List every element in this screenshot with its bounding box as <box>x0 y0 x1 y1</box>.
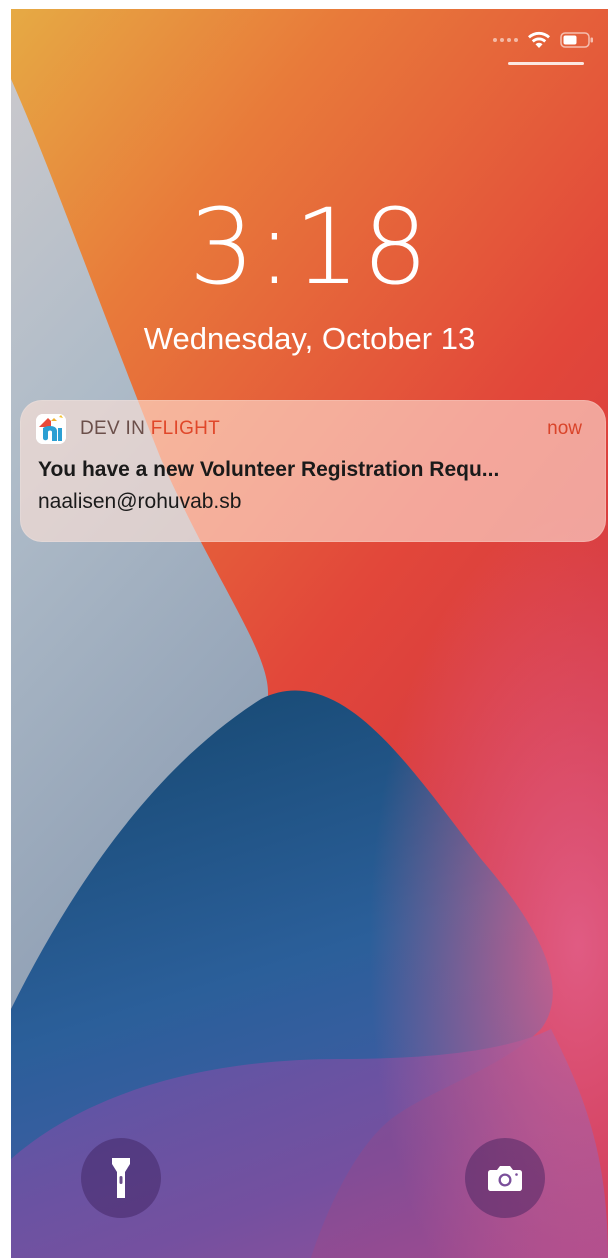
app-name-flight: FLIGHT <box>150 418 221 439</box>
notification-app-name: DEV IN FLIGHT <box>80 418 220 440</box>
flashlight-button[interactable] <box>81 1138 161 1218</box>
notification-card[interactable]: DEV IN FLIGHT now You have a new Volunte… <box>20 400 606 542</box>
lock-date: Wednesday, October 13 <box>143 321 476 356</box>
notification-body: naalisen@rohuvab.sb <box>38 490 242 513</box>
flashlight-icon <box>112 1158 130 1198</box>
notification-title: You have a new Volunteer Registration Re… <box>38 458 500 481</box>
cellular-signal-icon <box>493 38 518 42</box>
camera-button[interactable] <box>465 1138 545 1218</box>
app-name-dev: DEV IN <box>80 418 151 439</box>
control-center-indicator[interactable] <box>508 62 584 65</box>
lock-screen: 3:18 Wednesday, October 13 DEV IN FLIGHT… <box>11 9 608 1258</box>
notification-time: now <box>547 418 582 439</box>
status-bar <box>493 27 594 53</box>
camera-icon <box>488 1166 522 1191</box>
app-logo-icon <box>36 414 66 444</box>
battery-icon <box>560 32 593 48</box>
wifi-icon <box>528 31 550 48</box>
notification-header: DEV IN FLIGHT now <box>36 414 582 444</box>
lock-time: 3:18 <box>188 186 431 308</box>
